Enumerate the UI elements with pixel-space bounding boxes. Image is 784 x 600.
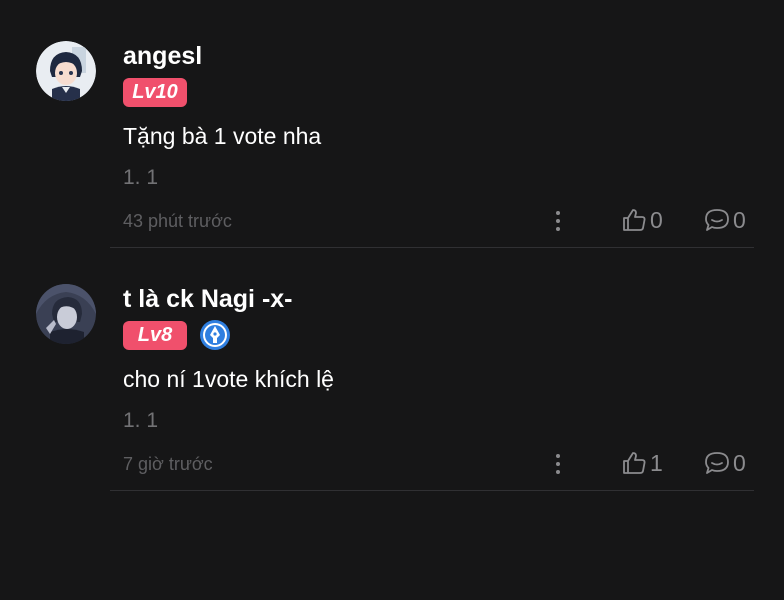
user-avatar[interactable] [36, 41, 96, 101]
user-badges: Lv10 [123, 77, 187, 107]
comment-subtext: 1. 1 [123, 409, 159, 432]
like-button[interactable]: 1 [620, 446, 663, 480]
comment-time: 43 phút trước [123, 211, 232, 231]
more-vertical-icon [556, 454, 560, 474]
user-avatar[interactable] [36, 284, 96, 344]
user-badges: Lv8 [123, 320, 231, 350]
username[interactable]: t là ck Nagi -x- [123, 284, 293, 314]
comment-text: Tặng bà 1 vote nha [123, 123, 322, 149]
username[interactable]: angesl [123, 41, 202, 71]
like-button[interactable]: 0 [620, 203, 663, 237]
reply-count: 0 [733, 207, 746, 233]
divider [110, 247, 754, 248]
pen-nib-badge-icon [199, 319, 231, 351]
anime-portrait-avatar-icon [36, 284, 96, 344]
anime-boy-avatar-icon [36, 41, 96, 101]
reply-button[interactable]: 0 [703, 203, 746, 237]
level-badge: Lv10 [123, 77, 187, 107]
comment-subtext: 1. 1 [123, 166, 159, 189]
reply-button[interactable]: 0 [703, 446, 746, 480]
comment-time: 7 giờ trước [123, 454, 213, 474]
more-vertical-icon [556, 211, 560, 231]
thumbs-up-icon [623, 452, 646, 474]
more-options-button[interactable] [550, 207, 566, 235]
comment-bubble-icon [705, 452, 729, 474]
comment-bubble-icon [705, 209, 729, 231]
thumbs-up-icon [623, 209, 646, 231]
divider [110, 490, 754, 491]
like-count: 1 [650, 450, 663, 476]
level-badge: Lv8 [123, 320, 187, 350]
like-count: 0 [650, 207, 663, 233]
reply-count: 0 [733, 450, 746, 476]
more-options-button[interactable] [550, 450, 566, 478]
comment-text: cho ní 1vote khích lệ [123, 366, 334, 392]
comment-list: angesl Lv10 Tặng bà 1 vote nha 1. 1 43 p… [0, 0, 784, 600]
